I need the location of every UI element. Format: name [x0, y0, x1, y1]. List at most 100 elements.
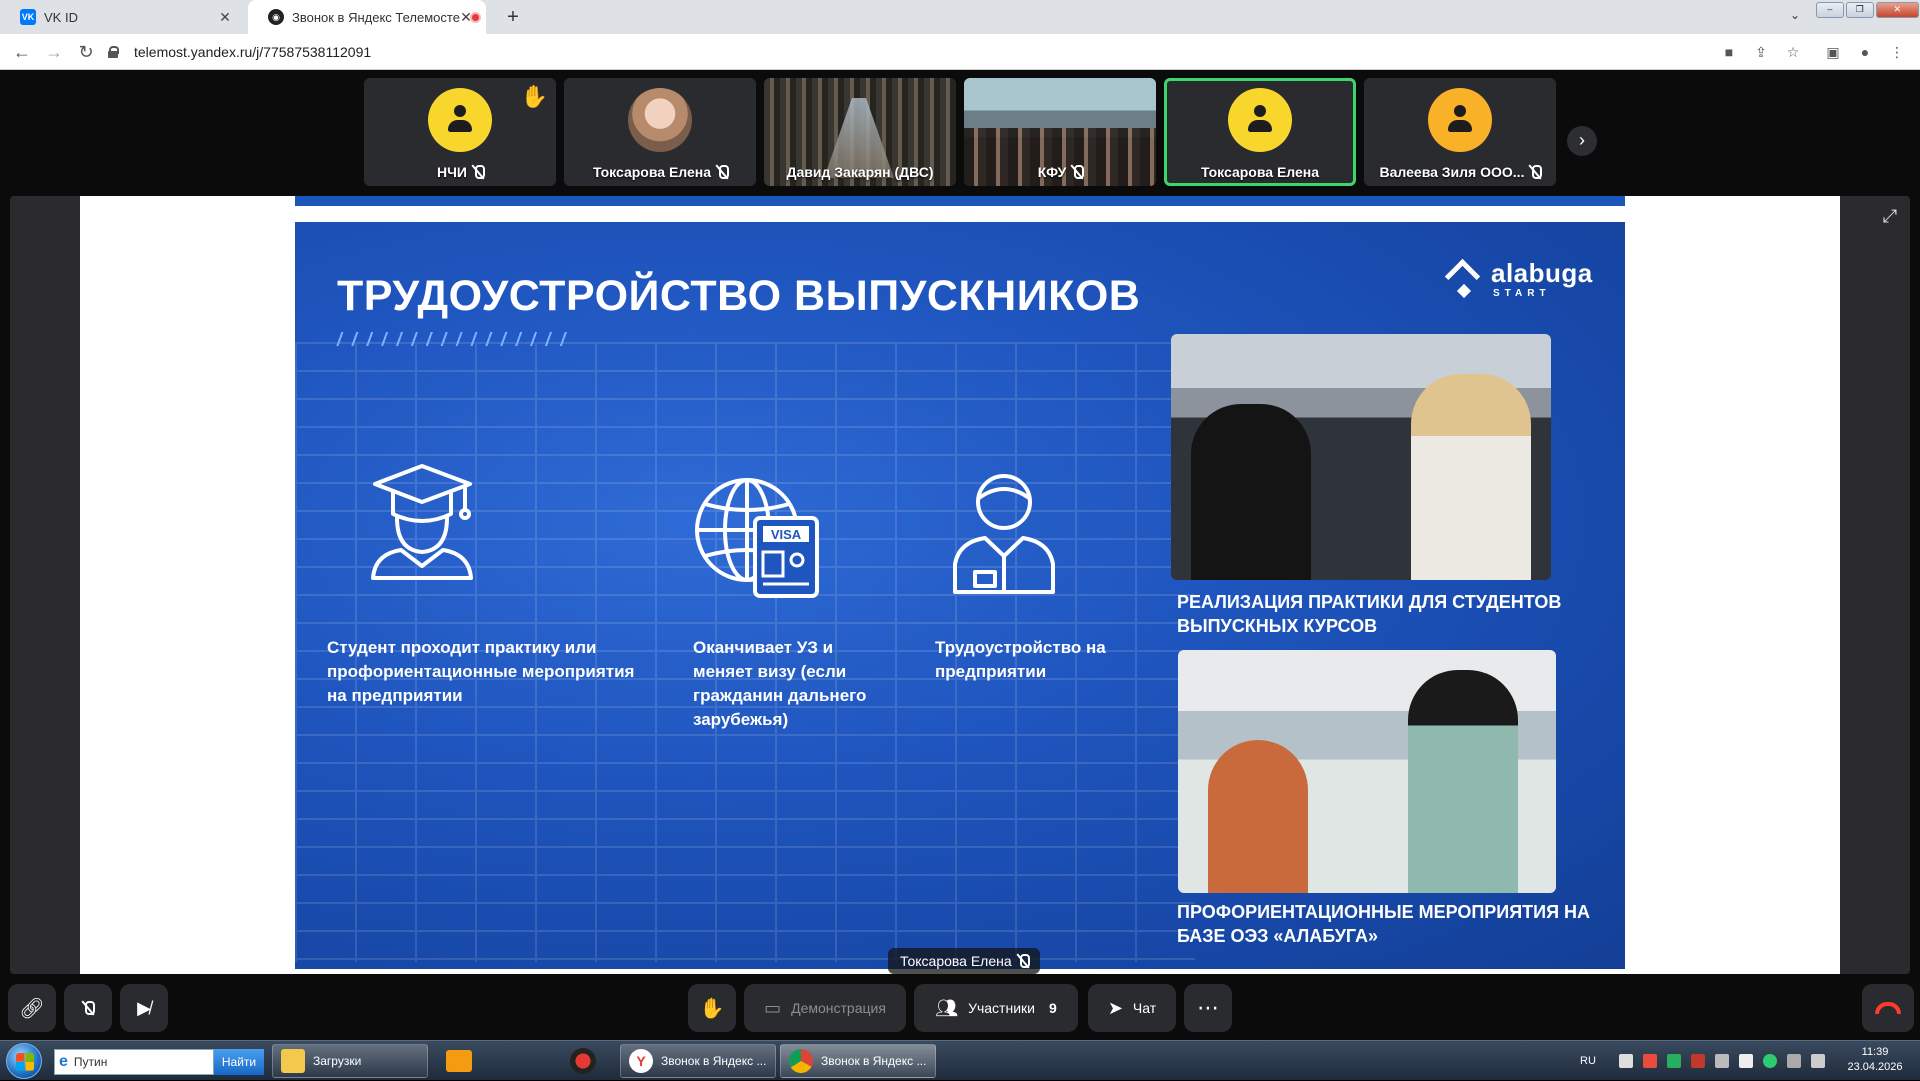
participant-tile[interactable]: Валеева Зиля ООО... — [1364, 78, 1556, 186]
taskbar-item-chrome[interactable]: Звонок в Яндекс ... — [780, 1044, 936, 1078]
screen-icon: ▭ — [764, 997, 782, 1018]
sync-icon[interactable] — [1762, 1054, 1777, 1068]
presentation-slide: ТРУДОУСТРОЙСТВО ВЫПУСКНИКОВ alabuga STAR… — [295, 222, 1625, 969]
url-field[interactable]: telemost.yandex.ru/j/77587538112091 — [108, 38, 1708, 66]
alabuga-logo-icon — [1445, 262, 1485, 302]
send-icon: ➤ — [1107, 997, 1123, 1018]
window-controls: – ❐ ✕ — [1815, 0, 1920, 20]
avatar — [1228, 88, 1292, 152]
mic-off-icon — [717, 165, 730, 179]
tray-app-icon[interactable] — [1690, 1054, 1705, 1068]
participant-name-row: КФУ — [964, 164, 1156, 180]
start-button[interactable] — [6, 1043, 42, 1079]
kebab-menu-icon[interactable]: ⋮ — [1888, 43, 1906, 61]
participant-tile[interactable]: КФУ — [964, 78, 1156, 186]
new-tab-button[interactable]: + — [500, 4, 526, 30]
taskbar-item-yandex[interactable]: Y Звонок в Яндекс ... — [620, 1044, 776, 1078]
step-text: Студент проходит практику или профориент… — [327, 638, 635, 705]
recorder-icon[interactable] — [556, 1044, 610, 1078]
tray-app-icon[interactable] — [1666, 1054, 1681, 1068]
browser-tabbar: VK VK ID ✕ ◉ Звонок в Яндекс Телемосте ✕… — [0, 0, 1920, 34]
avatar — [1428, 88, 1492, 152]
tab-label: VK ID — [44, 9, 78, 25]
mic-off-icon — [83, 1001, 95, 1015]
lock-icon — [108, 46, 119, 58]
star-icon[interactable]: ☆ — [1784, 43, 1802, 61]
hand-icon: ✋ — [699, 997, 725, 1020]
tab-vk-id[interactable]: VK VK ID ✕ — [0, 0, 245, 34]
language-indicator[interactable]: RU — [1580, 1055, 1596, 1067]
photo-caption: ПРОФОРИЕНТАЦИОННЫЕ МЕРОПРИЯТИЯ НА БАЗЕ О… — [1177, 902, 1591, 946]
tab-label: Звонок в Яндекс Телемосте — [292, 9, 460, 25]
volume-icon[interactable] — [1738, 1054, 1753, 1068]
camera-icon[interactable]: ■ — [1720, 43, 1738, 61]
chevron-right-icon[interactable]: › — [1567, 126, 1597, 156]
photo-practice — [1171, 334, 1551, 580]
raise-hand-button[interactable]: ✋ — [688, 984, 736, 1032]
participants-label: Участники — [968, 1000, 1035, 1016]
step-text: Трудоустройство на предприятии — [935, 638, 1106, 681]
folder-icon — [281, 1049, 305, 1073]
camera-toggle-button[interactable]: ▶︎̸ — [120, 984, 168, 1032]
profile-icon[interactable]: ● — [1856, 43, 1874, 61]
app-icon[interactable] — [494, 1044, 548, 1078]
share-icon[interactable]: ⇪ — [1752, 43, 1770, 61]
taskbar-search-input[interactable]: e Путин — [54, 1049, 214, 1075]
forward-icon[interactable]: → — [42, 40, 66, 64]
vk-icon: VK — [20, 9, 36, 25]
window-close-button[interactable]: ✕ — [1875, 2, 1919, 18]
media-player-icon[interactable] — [432, 1044, 486, 1078]
participant-name-row: Давид Закарян (ДВС) — [764, 164, 956, 180]
speaker-label: Токсарова Елена — [888, 948, 1040, 974]
participant-name: Токсарова Елена — [1200, 164, 1320, 180]
windows-taskbar: e Путин Найти Загрузки Y Звонок в Яндекс… — [0, 1040, 1920, 1080]
minimize-button[interactable]: – — [1816, 2, 1844, 18]
chrome-icon — [789, 1049, 813, 1073]
mic-toggle-button[interactable] — [64, 984, 112, 1032]
chat-button[interactable]: ➤ Чат — [1088, 984, 1176, 1032]
ie-icon: e — [59, 1053, 68, 1070]
tab-telemost[interactable]: ◉ Звонок в Яндекс Телемосте ✕ — [248, 0, 486, 34]
copy-link-button[interactable]: 🔗︎ — [8, 984, 56, 1032]
search-value: Путин — [73, 1055, 108, 1069]
phone-hangup-icon — [1875, 1002, 1901, 1014]
taskbar-clock[interactable]: 11:39 23.04.2026 — [1840, 1045, 1910, 1075]
restore-button[interactable]: ❐ — [1845, 2, 1874, 18]
participant-tile[interactable]: ✋ НЧИ — [364, 78, 556, 186]
brand-name: alabuga — [1491, 258, 1593, 288]
more-button[interactable]: ⋯ — [1184, 984, 1232, 1032]
close-icon[interactable]: ✕ — [458, 9, 474, 25]
screen-share-button[interactable]: ▭ Демонстрация — [744, 984, 906, 1032]
participant-tile-active[interactable]: Токсарова Елена — [1164, 78, 1356, 186]
participants-button[interactable]: 👥︎ Участники 9 — [914, 984, 1078, 1032]
close-icon[interactable]: ✕ — [217, 9, 233, 25]
speaker-name: Токсарова Елена — [900, 953, 1012, 969]
tray-arrow-icon[interactable] — [1618, 1054, 1633, 1068]
person-icon — [1446, 105, 1474, 135]
telemost-icon: ◉ — [268, 9, 284, 25]
display-icon[interactable] — [1810, 1054, 1825, 1068]
search-button[interactable]: Найти — [214, 1049, 264, 1075]
camera-off-icon: ▶︎̸ — [137, 997, 151, 1018]
globe-visa-icon: VISA — [695, 478, 819, 598]
hang-up-button[interactable] — [1862, 984, 1914, 1032]
slide-title: ТРУДОУСТРОЙСТВО ВЫПУСКНИКОВ — [337, 272, 1141, 320]
participant-tile[interactable]: Токсарова Елена — [564, 78, 756, 186]
participant-tile[interactable]: Давид Закарян (ДВС) — [764, 78, 956, 186]
person-icon — [446, 105, 474, 135]
taskbar-item-downloads[interactable]: Загрузки — [272, 1044, 428, 1078]
clock-time: 11:39 — [1861, 1046, 1889, 1058]
url-text: telemost.yandex.ru/j/77587538112091 — [134, 44, 372, 60]
fullscreen-icon[interactable]: ⤢ — [1880, 206, 1900, 226]
mic-off-icon — [1530, 165, 1543, 179]
brand-sub: START — [1493, 288, 1551, 299]
reload-icon[interactable]: ↻ — [74, 40, 98, 64]
chevron-down-icon[interactable]: ⌄ — [1790, 8, 1800, 22]
network-icon[interactable] — [1714, 1054, 1729, 1068]
participant-name-row: Токсарова Елена — [564, 164, 756, 180]
tray-app-icon[interactable] — [1642, 1054, 1657, 1068]
back-icon[interactable]: ← — [10, 40, 34, 64]
step-text: Оканчивает УЗ и меняет визу (если гражда… — [693, 638, 867, 729]
sidebar-icon[interactable]: ▣ — [1824, 43, 1842, 61]
flag-icon[interactable] — [1786, 1054, 1801, 1068]
